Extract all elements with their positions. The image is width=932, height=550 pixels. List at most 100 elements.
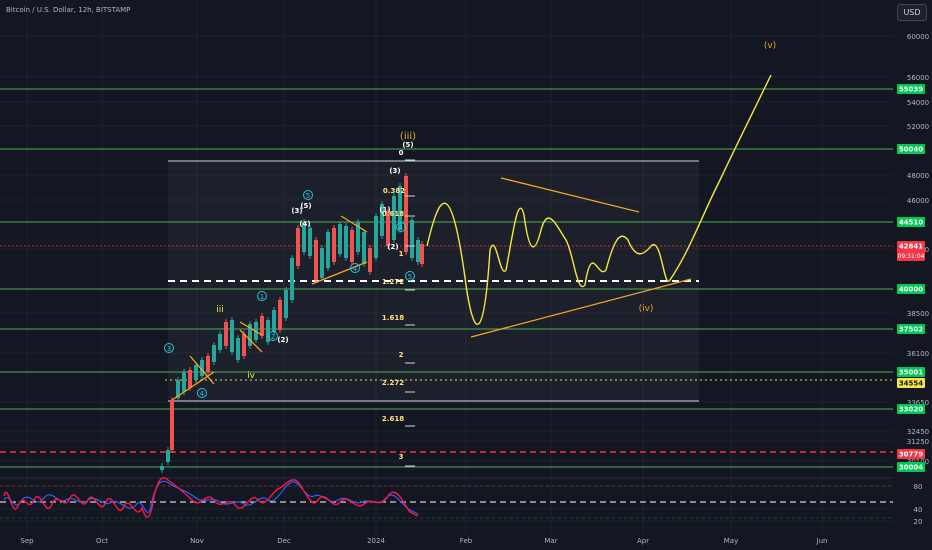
time-axis-label: Apr xyxy=(637,537,649,545)
time-axis-label: Oct xyxy=(96,537,108,545)
fib-label: 0.382 xyxy=(383,187,405,195)
price-badge-label: 50040 xyxy=(899,146,923,154)
time-axis-label: May xyxy=(724,537,738,545)
price-badge-label: 55039 xyxy=(899,86,923,94)
candle xyxy=(194,365,198,380)
wave-label-paren: (1) xyxy=(379,206,390,214)
candle xyxy=(284,290,288,318)
price-axis-label: 56000 xyxy=(907,74,929,82)
wave-label-paren: (2) xyxy=(387,243,398,251)
wave-label-circled: 2 xyxy=(271,333,275,341)
wave-label-minor: iv xyxy=(247,371,256,381)
time-axis-label: Dec xyxy=(277,537,291,545)
candle xyxy=(242,334,246,356)
fib-label: 1.618 xyxy=(382,314,404,322)
wave-label-paren: (3) xyxy=(389,167,400,175)
price-axis-label: 32450 xyxy=(907,428,929,436)
candle xyxy=(320,248,324,278)
wave-label-paren: (2) xyxy=(277,336,288,344)
candle xyxy=(166,450,170,462)
fib-label: 0 xyxy=(399,149,404,157)
chart-window[interactable]: 0 0.382 0.618 1 1.272 1.618 2 2.272 2.618 3 3 4 1 2 5 4… xyxy=(0,0,932,550)
candle xyxy=(188,370,192,388)
time-axis-label: Mar xyxy=(544,537,557,545)
price-badge-label: 33020 xyxy=(899,406,923,414)
price-chart[interactable]: 00.3820.61811.2721.61822.2722.6183341254… xyxy=(0,0,932,550)
candle xyxy=(338,224,342,254)
rsi-line xyxy=(3,477,419,518)
wave-label-circled: 5 xyxy=(306,192,310,200)
wave-label-paren: (5) xyxy=(300,202,311,210)
wave-label-circled: 5 xyxy=(408,273,412,281)
price-badge-label: 30779 xyxy=(899,451,923,459)
fib-label: 2 xyxy=(399,351,404,359)
candle xyxy=(260,316,264,336)
candle xyxy=(212,345,216,362)
candle xyxy=(420,244,424,264)
candle xyxy=(236,338,240,360)
wave-label-major: (iv) xyxy=(639,304,654,314)
candle xyxy=(332,228,336,262)
candle xyxy=(308,228,312,256)
time-axis-label: Jun xyxy=(816,537,828,545)
price-badge-label: 42841 xyxy=(899,243,923,251)
candle xyxy=(362,232,366,264)
candle xyxy=(326,232,330,268)
candle xyxy=(410,220,414,258)
candle xyxy=(278,300,282,330)
candle xyxy=(416,240,420,262)
fib-label: 1 xyxy=(399,250,404,258)
fib-label: 2.272 xyxy=(382,379,404,387)
candle xyxy=(224,322,228,346)
candle xyxy=(374,216,378,258)
time-axis-label: Sep xyxy=(20,537,34,545)
price-axis-label: 54000 xyxy=(907,99,929,107)
fib-label: 2.618 xyxy=(382,415,404,423)
candle xyxy=(344,226,348,258)
wave-label-circled: 1 xyxy=(260,293,264,301)
wave-label-circled: 4 xyxy=(353,265,358,273)
fib-label: 3 xyxy=(399,453,404,461)
price-badge-label: 40000 xyxy=(899,286,923,294)
price-badge-countdown: 09:31:04 xyxy=(898,253,925,260)
price-axis-label: 31250 xyxy=(907,438,929,446)
time-axis-label: 2024 xyxy=(367,537,385,545)
price-badge-label: 44510 xyxy=(899,219,923,227)
price-axis-label: 60000 xyxy=(907,33,929,41)
wave-label-paren: (4) xyxy=(299,220,310,228)
candle xyxy=(230,320,234,352)
wave-label-minor: iii xyxy=(216,305,224,315)
candle xyxy=(350,230,354,262)
price-axis-label: 20 xyxy=(914,518,923,526)
wave-label-circled: 3 xyxy=(167,345,171,353)
time-axis-label: Nov xyxy=(190,537,204,545)
candle xyxy=(160,466,164,470)
candle xyxy=(314,240,318,280)
wave-label-major: (iii) xyxy=(400,131,416,142)
wave-label-paren: (5) xyxy=(402,141,413,149)
fib-label: 1.272 xyxy=(382,278,404,286)
candle xyxy=(296,228,300,266)
wave-label-major: (v) xyxy=(764,41,776,51)
price-badge-label: 37502 xyxy=(899,326,923,334)
candle xyxy=(290,258,294,300)
price-axis-label: 38500 xyxy=(907,310,929,318)
price-axis-label: 80 xyxy=(914,483,923,491)
candle xyxy=(272,310,276,332)
price-axis-label: 52000 xyxy=(907,123,929,131)
wave-label-circled: 4 xyxy=(399,224,404,232)
candle xyxy=(392,196,396,240)
price-badge-label: 30004 xyxy=(899,464,923,472)
candle xyxy=(218,334,222,350)
price-badge-label: 35001 xyxy=(899,369,923,377)
candle xyxy=(170,400,174,450)
price-axis-label: 46000 xyxy=(907,197,929,205)
candle xyxy=(182,372,186,392)
price-axis-label: 36100 xyxy=(907,350,929,358)
symbol-title: Bitcoin / U.S. Dollar, 12h, BITSTAMP xyxy=(6,6,131,14)
candle xyxy=(206,356,210,372)
currency-button[interactable]: USD xyxy=(897,4,927,21)
price-axis-label: 48000 xyxy=(907,172,929,180)
candle xyxy=(368,248,372,272)
price-axis-label: 40 xyxy=(914,506,923,514)
